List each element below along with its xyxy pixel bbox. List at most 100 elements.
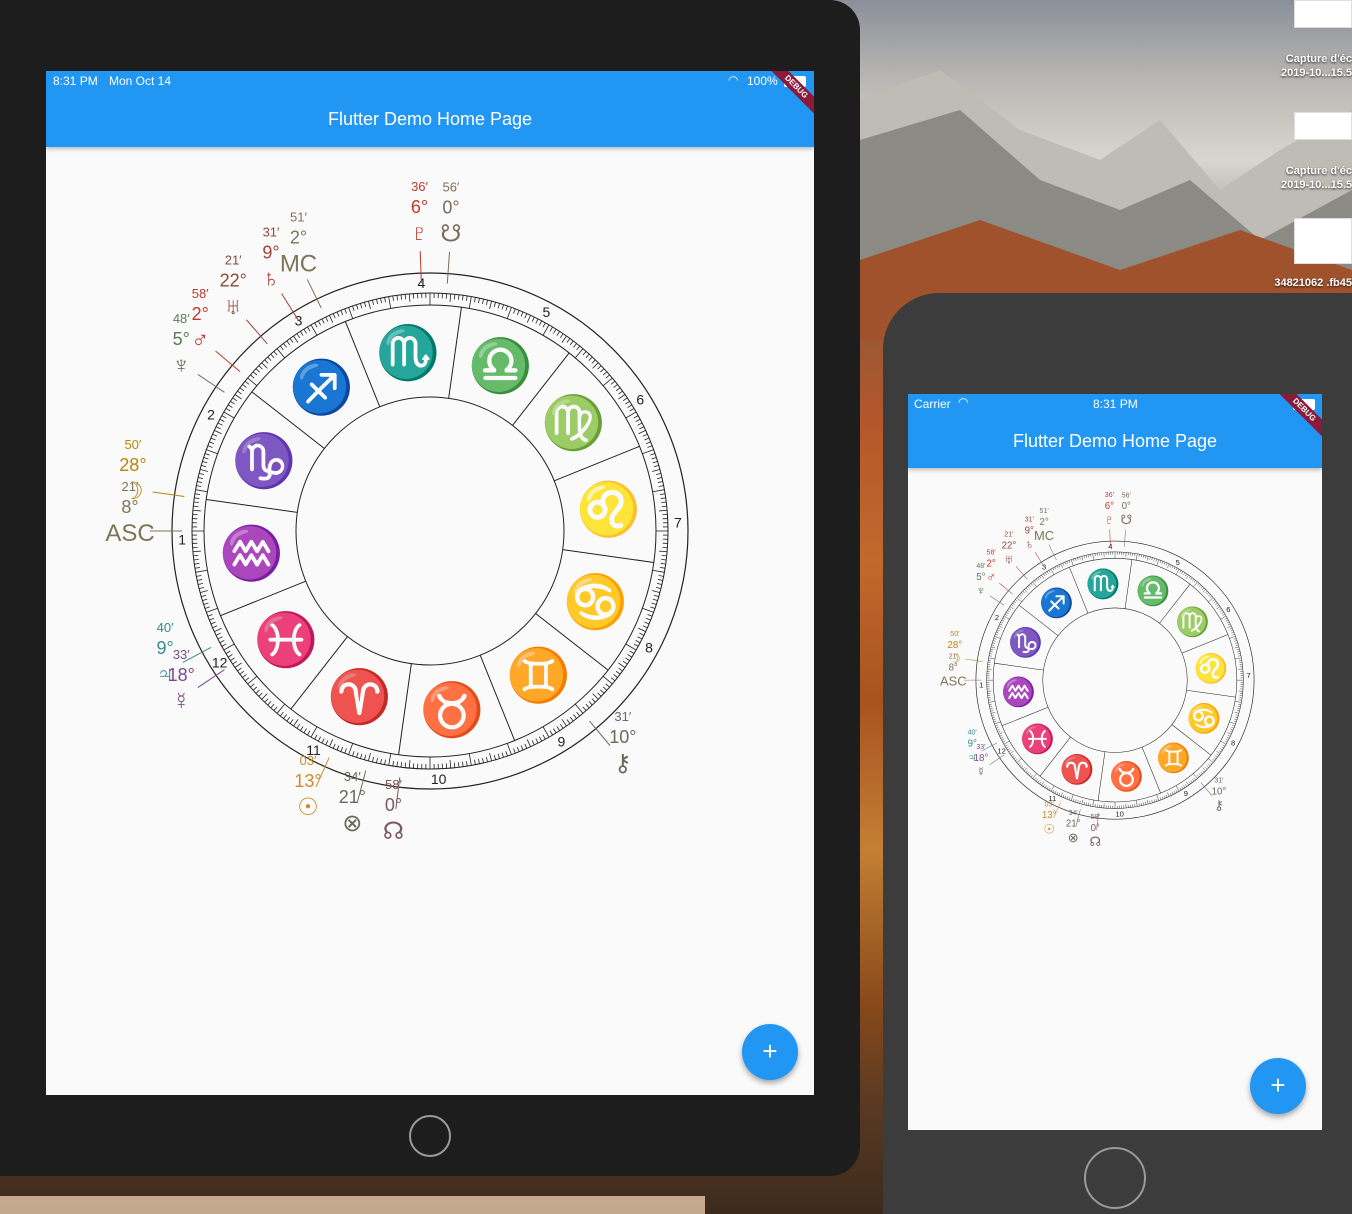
file-label-1[interactable]: Capture d'éc 2019-10...15.5 — [1262, 52, 1352, 80]
degree-tick — [1056, 565, 1059, 569]
degree-tick — [1044, 572, 1047, 575]
degree-tick — [392, 761, 394, 767]
degree-tick — [264, 359, 269, 364]
degree-tick — [605, 683, 610, 688]
degree-tick — [232, 397, 238, 402]
file-thumbnail-1[interactable] — [1294, 0, 1352, 28]
sign-glyph: ♉ — [1109, 760, 1144, 793]
degree-tick — [1220, 615, 1227, 620]
degree-tick — [368, 753, 371, 761]
degree-tick — [647, 445, 653, 448]
degree-tick — [198, 583, 204, 585]
degree-tick — [1227, 735, 1231, 737]
degree-tick — [1236, 710, 1240, 712]
add-fab-button[interactable]: + — [742, 1024, 798, 1080]
degree-tick — [283, 714, 287, 719]
degree-tick — [348, 743, 354, 755]
degree-tick — [592, 362, 599, 369]
sign-glyph: ♊ — [1156, 741, 1191, 774]
degree-tick — [1234, 712, 1239, 714]
degree-tick — [1092, 553, 1095, 561]
degree-tick — [1235, 716, 1238, 718]
degree-tick — [561, 335, 567, 343]
degree-tick — [1153, 558, 1155, 561]
home-button[interactable] — [1084, 1147, 1146, 1209]
planet-glyph: ☿ — [172, 688, 190, 715]
degree-tick — [1185, 781, 1189, 786]
degree-tick — [215, 632, 221, 636]
file-thumbnail-2[interactable] — [1294, 112, 1352, 140]
degree-tick — [202, 598, 208, 601]
degree-tick — [1075, 558, 1077, 561]
planet-glyph: ♇ — [411, 220, 429, 247]
planet-degree: 0° — [1122, 501, 1131, 512]
degree-tick — [1066, 561, 1069, 564]
degree-tick — [1163, 561, 1166, 565]
file-label-3[interactable]: 34821062 .fb45 — [1262, 276, 1352, 290]
planet-minute: 56′ — [442, 180, 459, 195]
status-bar: Carrier ◠ 8:31 PM — [908, 394, 1322, 414]
degree-tick — [1185, 573, 1187, 577]
planet-line — [1034, 552, 1045, 567]
battery-percent: 100% — [747, 74, 778, 88]
planet-degree: 22° — [1002, 540, 1017, 551]
degree-tick — [396, 761, 398, 767]
degree-tick — [261, 362, 268, 369]
degree-tick — [468, 753, 472, 766]
degree-tick — [1090, 554, 1092, 557]
planet-glyph: ASC — [940, 674, 967, 689]
degree-tick — [1221, 611, 1224, 614]
degree-tick — [653, 465, 659, 468]
file-label-2[interactable]: Capture d'éc 2019-10...15.5 — [1262, 164, 1352, 192]
degree-tick — [602, 675, 613, 685]
degree-tick — [615, 387, 621, 392]
degree-tick — [1018, 595, 1021, 598]
wifi-icon: ◠ — [958, 395, 969, 409]
degree-tick — [242, 674, 247, 678]
file-thumbnail-3[interactable] — [1294, 218, 1352, 264]
degree-tick — [247, 377, 258, 387]
degree-tick — [655, 473, 662, 476]
degree-tick — [1149, 800, 1151, 804]
planet-line — [1124, 529, 1126, 547]
app-bar: 8:31 PM Mon Oct 14 ◠ 100% Flutter Demo H… — [46, 71, 814, 147]
degree-tick — [1197, 774, 1200, 778]
degree-tick — [1000, 621, 1004, 624]
degree-tick — [203, 602, 209, 605]
degree-tick — [1004, 613, 1008, 616]
planet-minute: 31′ — [614, 709, 631, 724]
degree-tick — [273, 706, 278, 711]
degree-tick — [1024, 589, 1028, 593]
degree-tick — [225, 650, 231, 654]
degree-tick — [1233, 638, 1237, 640]
degree-tick — [384, 759, 386, 765]
home-button[interactable] — [409, 1115, 451, 1157]
degree-tick — [232, 660, 238, 665]
degree-tick — [995, 724, 998, 727]
planet-minute: 03′ — [300, 753, 317, 768]
degree-tick — [193, 505, 199, 508]
degree-tick — [252, 686, 258, 691]
degree-tick — [1197, 583, 1200, 586]
degree-tick — [267, 701, 272, 706]
degree-tick — [991, 712, 996, 714]
degree-tick — [1009, 606, 1014, 610]
degree-tick — [368, 301, 371, 309]
degree-tick — [192, 550, 201, 553]
degree-tick — [317, 320, 321, 326]
degree-tick — [1037, 577, 1040, 580]
sign-glyph: ♎ — [468, 335, 533, 395]
page-title: Flutter Demo Home Page — [327, 109, 533, 129]
add-fab-button[interactable]: + — [1250, 1058, 1306, 1114]
degree-tick — [1052, 789, 1055, 793]
planet-minute: 21′ — [1004, 532, 1014, 539]
degree-tick — [1079, 556, 1081, 560]
sign-glyph: ♉ — [420, 680, 485, 740]
degree-tick — [622, 660, 628, 665]
degree-tick — [635, 418, 641, 422]
degree-tick — [1190, 780, 1193, 783]
degree-tick — [659, 509, 668, 512]
degree-tick — [360, 753, 363, 759]
status-time: 8:31 PM — [1093, 397, 1138, 411]
sign-glyph: ♓ — [1020, 722, 1055, 755]
